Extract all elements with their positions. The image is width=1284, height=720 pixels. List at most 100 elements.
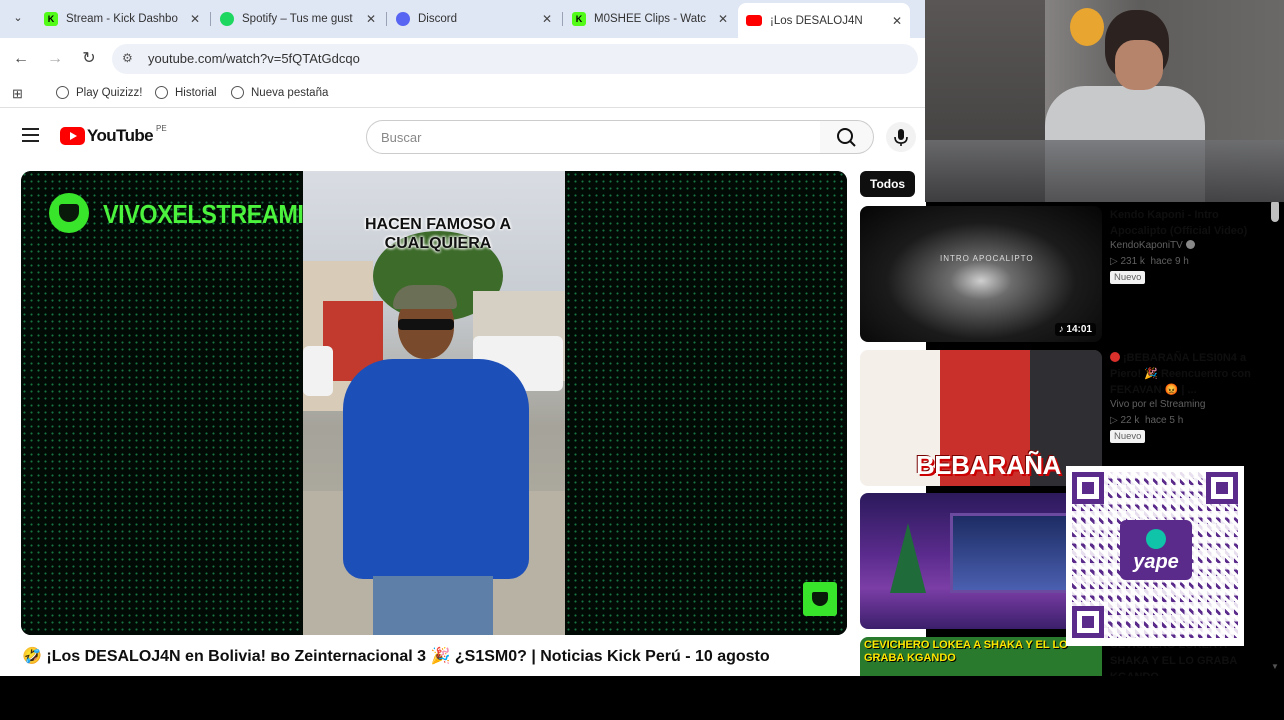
recommendation-channel[interactable]: Vivo por el Streaming [1110,399,1255,410]
tab-kick-dashboard[interactable]: K Stream - Kick Dashbo ✕ [36,5,208,33]
verified-icon [1185,240,1195,249]
thumbnail-text: BEBARAÑA [916,450,1061,480]
recommendation-info[interactable]: ¡BEBARAÑA LESI0N4 a Piero! 🎉 Reencuentro… [1110,350,1255,444]
streamer-face [1115,40,1163,90]
person [343,359,529,579]
video-player[interactable]: VIVOXELSTREAMING HACEN FAMOSO A CUALQUIE… [21,171,847,635]
url-input[interactable]: ⚙ youtube.com/watch?v=5fQTAtGdcqo [112,44,918,74]
tab-label: ¡Los DESALOJ4N [770,14,863,27]
thumbnail-text: INTRO APOCALIPTO [940,254,1034,263]
recommendation-title[interactable]: ¡BEBARAÑA LESI0N4 a Piero! 🎉 Reencuentro… [1110,350,1255,398]
close-icon[interactable]: ✕ [366,12,376,26]
channel-name: KendoKaponiTV [1110,240,1183,251]
site-info-icon[interactable]: ⚙ [122,51,133,65]
tab-search-icon[interactable]: ⌄ [8,8,28,28]
new-badge: Nuevo [1110,271,1146,284]
voice-search-button[interactable] [886,122,916,152]
recommendation-meta: ▷ 22 k hace 5 h [1110,415,1184,426]
plush-toy [1070,8,1104,46]
back-icon[interactable]: ← [11,49,31,69]
tab-label: Discord [418,13,457,25]
tab-strip: ⌄ K Stream - Kick Dashbo ✕ Spotify – Tus… [0,0,926,38]
close-icon[interactable]: ✕ [542,12,552,26]
tab-label: Spotify – Tus me gust [242,13,353,25]
screen: { "browser": { "tabs": [ {"label": "Stre… [0,0,1284,720]
youtube-icon [746,15,762,26]
url-text: youtube.com/watch?v=5fQTAtGdcqo [148,51,360,66]
close-icon[interactable]: ✕ [892,14,902,28]
reload-icon[interactable]: ↻ [79,49,99,69]
recommendation-thumbnail[interactable]: INTRO APOCALIPTO ♪ 14:01 [860,206,1102,342]
country-code: PE [156,123,167,133]
webcam-overlay [925,0,1284,202]
history-icon [155,86,168,99]
title-text: ¡BEBARAÑA LESI0N4 a Piero! 🎉 Reencuentro… [1110,352,1251,396]
recommendation-title[interactable]: Kendo Kaponi - Intro Apocalipto (Officia… [1110,207,1255,239]
search-button[interactable] [820,120,874,154]
address-bar: ← → ↻ ⚙ youtube.com/watch?v=5fQTAtGdcqo [0,38,926,80]
bookmark-label: Historial [175,86,217,99]
view-count: 231 k [1120,256,1145,267]
close-icon[interactable]: ✕ [718,12,728,26]
discord-icon [396,12,410,26]
yape-badge-icon [1146,528,1166,549]
yape-logo: yape [1120,520,1192,580]
channel-logo-icon [49,193,89,233]
tab-discord[interactable]: Discord ✕ [388,5,560,33]
kick-icon: K [44,12,58,26]
youtube-play-icon [60,127,85,145]
new-badge: Nuevo [1110,430,1146,443]
mic-icon [894,129,908,146]
globe-icon [56,86,69,99]
recommendation-channel[interactable]: KendoKaponiTV [1110,240,1255,251]
youtube-header: YouTube PE Buscar [0,116,926,158]
bookmark-nueva-pestana[interactable]: Nueva pestaña [231,86,328,99]
kick-icon: K [572,12,586,26]
menu-icon[interactable] [22,128,39,142]
matrix-background [21,171,303,635]
youtube-logo[interactable]: YouTube PE [60,123,167,146]
duration-text: 14:01 [1066,324,1092,335]
bookmark-play-quizizz[interactable]: Play Quizizz! [56,86,142,99]
watermark-logo-icon [803,582,837,616]
tab-label: M0SHEE Clips - Watc [594,13,707,25]
letterbox-bar [0,676,1284,720]
bookmark-label: Play Quizizz! [76,86,143,99]
caption-overlay-text: HACEN FAMOSO A CUALQUIERA [364,216,512,252]
duration-badge: ♪ 14:01 [1054,323,1096,336]
matrix-background [565,171,847,635]
scroll-down-arrow-icon[interactable]: ▼ [1271,662,1279,671]
grid-icon: ⊞ [12,86,23,101]
tab-divider [562,12,563,26]
recommendation-meta: ▷ 231 k hace 9 h [1110,256,1189,267]
bookmarks-bar: ⊞ Play Quizizz! Historial Nueva pestaña [0,80,926,108]
browser-window: ⌄ K Stream - Kick Dashbo ✕ Spotify – Tus… [0,0,926,676]
logo-text: YouTube [87,126,154,145]
spotify-icon [220,12,234,26]
scrollbar-thumb[interactable] [1271,200,1279,222]
tab-divider [386,12,387,26]
tab-youtube-active[interactable]: ¡Los DESALOJ4N ✕ [738,3,910,38]
video-title: 🤣 ¡Los DESALOJ4N en Bolivia! ʙᴏ Zeintern… [22,648,770,665]
filter-chip-todos[interactable]: Todos [860,171,916,197]
upload-age: hace 9 h [1150,256,1189,267]
close-icon[interactable]: ✕ [190,12,200,26]
yape-wordmark: yape [1133,550,1179,573]
search-placeholder: Buscar [381,130,422,145]
upload-age: hace 5 h [1144,415,1184,426]
recommendation-info[interactable]: Kendo Kaponi - Intro Apocalipto (Officia… [1110,207,1255,285]
view-count: 22 k [1120,415,1140,426]
tab-divider [210,12,211,26]
bookmark-historial[interactable]: Historial [155,86,217,99]
tab-label: Stream - Kick Dashbo [66,13,178,25]
video-scene: HACEN FAMOSO A CUALQUIERA [303,171,565,635]
bookmark-label: Nueva pestaña [251,86,329,99]
tab-moshee-clips[interactable]: K M0SHEE Clips - Watc ✕ [564,5,736,33]
search-icon [837,128,856,147]
apps-grid-icon[interactable]: ⊞ [12,86,23,102]
yape-qr-code: yape [1066,466,1244,646]
globe-icon [231,86,244,99]
search-input[interactable]: Buscar [366,120,821,154]
tab-spotify[interactable]: Spotify – Tus me gust ✕ [212,5,384,33]
forward-icon[interactable]: → [45,49,65,69]
